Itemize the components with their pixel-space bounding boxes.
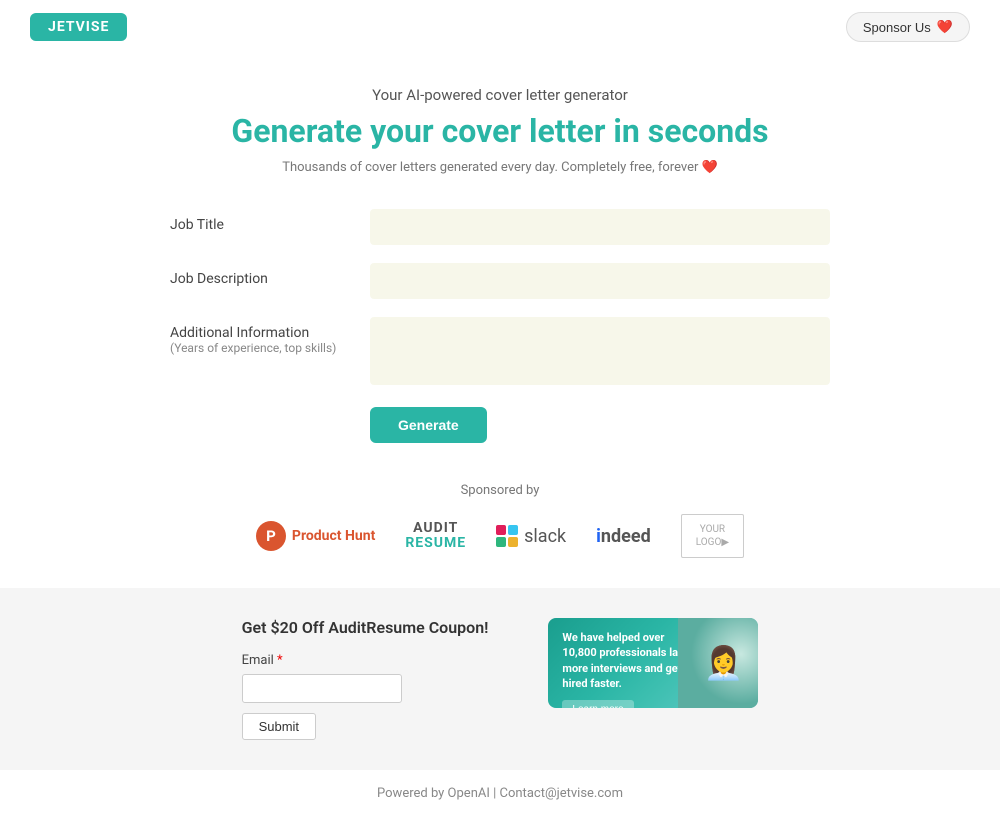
sponsor-slack[interactable]: slack <box>496 525 566 547</box>
hero-title: Generate your cover letter in seconds <box>20 112 980 150</box>
promo-banner-text: We have helped over 10,800 professionals… <box>562 630 692 692</box>
promo-banner: We have helped over 10,800 professionals… <box>548 618 758 708</box>
submit-button[interactable]: Submit <box>242 713 316 740</box>
hero-description: Thousands of cover letters generated eve… <box>20 160 980 175</box>
additional-info-sublabel: (Years of experience, top skills) <box>170 341 370 355</box>
promo-section: Get $20 Off AuditResume Coupon! Email * … <box>0 588 1000 770</box>
sponsor-audit-resume[interactable]: AUDIT RESUME <box>405 521 466 552</box>
hero-subtitle: Your AI-powered cover letter generator <box>20 86 980 104</box>
job-title-input[interactable] <box>370 209 830 245</box>
promo-avatar-image: 👩‍💼 <box>678 618 758 708</box>
additional-info-label-wrap: Additional Information (Years of experie… <box>170 317 370 355</box>
logo[interactable]: JETVISE <box>30 13 127 41</box>
indeed-logo: indeed <box>596 526 651 547</box>
promo-email-input[interactable] <box>242 674 402 703</box>
slack-logo-text: slack <box>524 526 566 547</box>
additional-info-row: Additional Information (Years of experie… <box>170 317 830 385</box>
sponsor-your-logo[interactable]: YOUR LOGO▶ <box>681 514 744 558</box>
sponsored-section: Sponsored by P Product Hunt AUDIT RESUME… <box>0 463 1000 588</box>
resume-text: RESUME <box>405 536 466 551</box>
product-hunt-logo-icon: P <box>256 521 286 551</box>
job-title-label: Job Title <box>170 209 370 233</box>
hero-section: Your AI-powered cover letter generator G… <box>0 54 1000 199</box>
additional-info-textarea[interactable] <box>370 317 830 385</box>
promo-email-label: Email * <box>242 653 489 668</box>
sponsor-button[interactable]: Sponsor Us ❤️ <box>846 12 970 42</box>
sponsors-row: P Product Hunt AUDIT RESUME slack indeed <box>20 514 980 558</box>
heart-icon: ❤️ <box>937 19 953 35</box>
job-description-label: Job Description <box>170 263 370 287</box>
sponsored-label: Sponsored by <box>20 483 980 498</box>
footer: Powered by OpenAI | Contact@jetvise.com <box>0 770 1000 817</box>
header: JETVISE Sponsor Us ❤️ <box>0 0 1000 54</box>
slack-tr-block <box>508 525 518 535</box>
job-description-input[interactable] <box>370 263 830 299</box>
slack-br-block <box>508 537 518 547</box>
slack-logo-icon <box>496 525 518 547</box>
sponsor-indeed[interactable]: indeed <box>596 526 651 547</box>
your-logo-line2: LOGO▶ <box>696 536 729 549</box>
audit-resume-logo: AUDIT RESUME <box>405 521 466 552</box>
slack-tl-block <box>496 525 506 535</box>
audit-text: AUDIT <box>405 521 466 536</box>
additional-info-label: Additional Information <box>170 325 309 341</box>
form-section: Job Title Job Description Additional Inf… <box>150 199 850 463</box>
sponsor-button-label: Sponsor Us <box>863 20 931 35</box>
job-description-row: Job Description <box>170 263 830 299</box>
product-hunt-text: Product Hunt <box>292 528 375 544</box>
promo-title: Get $20 Off AuditResume Coupon! <box>242 618 489 637</box>
your-logo-line1: YOUR <box>696 523 729 536</box>
generate-button[interactable]: Generate <box>370 407 487 443</box>
required-star: * <box>277 653 283 668</box>
your-logo-box: YOUR LOGO▶ <box>681 514 744 558</box>
sponsor-product-hunt[interactable]: P Product Hunt <box>256 521 375 551</box>
promo-left: Get $20 Off AuditResume Coupon! Email * … <box>242 618 489 740</box>
footer-text: Powered by OpenAI | Contact@jetvise.com <box>377 786 623 801</box>
hero-heart-icon: ❤️ <box>702 160 718 175</box>
indeed-rest: ndeed <box>601 526 651 547</box>
slack-bl-block <box>496 537 506 547</box>
learn-more-button[interactable]: Learn more <box>562 700 633 708</box>
job-title-row: Job Title <box>170 209 830 245</box>
